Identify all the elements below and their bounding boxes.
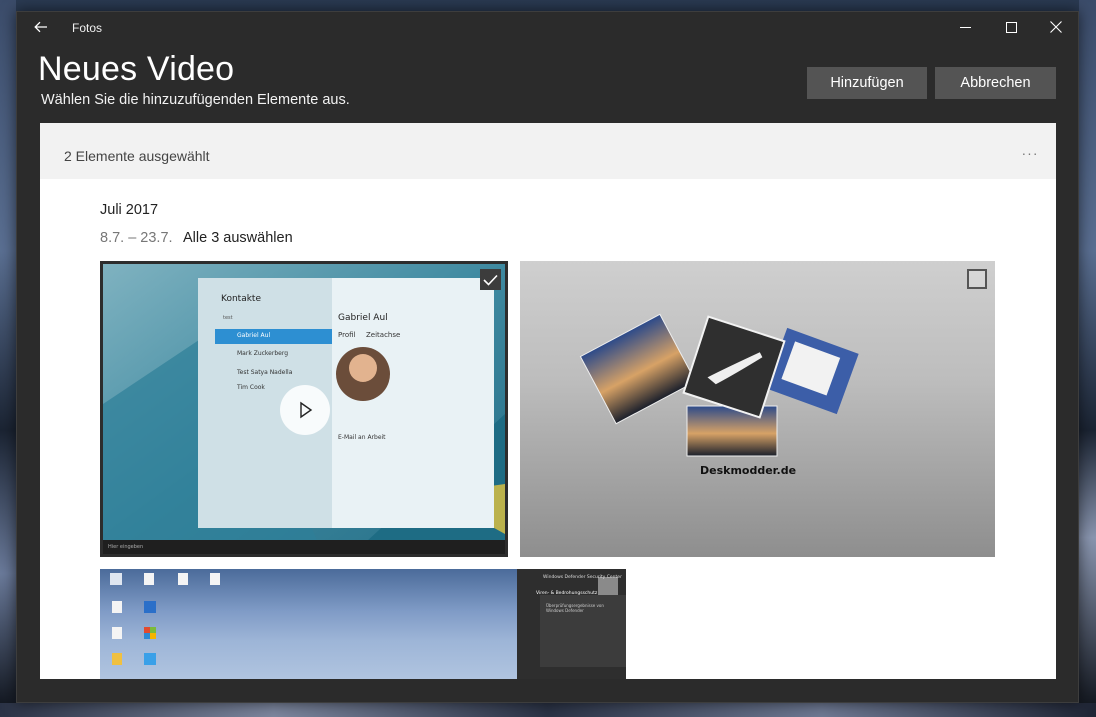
preview-notice-title: Windows Defender Security Center xyxy=(543,575,622,580)
preview-notice-heading: Viren- & Bedrohungsschutz xyxy=(536,591,598,596)
maximize-button[interactable] xyxy=(988,12,1034,42)
desktop-background-right xyxy=(1079,0,1096,717)
close-icon xyxy=(1050,21,1062,33)
add-button[interactable]: Hinzufügen xyxy=(807,67,927,99)
cancel-button[interactable]: Abbrechen xyxy=(935,67,1056,99)
photo-caption: Deskmodder.de xyxy=(700,464,797,477)
preview-contact-3: Test Satya Nadella xyxy=(237,369,293,376)
page-subtitle: Wählen Sie die hinzuzufügenden Elemente … xyxy=(41,92,350,108)
close-button[interactable] xyxy=(1033,12,1079,42)
selected-checkbox[interactable] xyxy=(480,269,501,290)
app-title: Fotos xyxy=(72,21,103,35)
selection-count: 2 Elemente ausgewählt xyxy=(64,148,210,164)
photo-thumbnail[interactable]: Windows Defender Security Center Viren- … xyxy=(100,569,626,679)
play-button[interactable] xyxy=(280,385,330,435)
back-arrow-icon xyxy=(34,21,47,33)
more-icon[interactable]: ··· xyxy=(1018,145,1042,165)
play-icon xyxy=(300,401,313,419)
photo-thumbnail[interactable]: Deskmodder.de xyxy=(520,261,995,557)
maximize-icon xyxy=(1005,21,1017,33)
media-picker-panel: 2 Elemente ausgewählt ··· Juli 2017 8.7.… xyxy=(40,123,1056,679)
preview-search: test xyxy=(223,315,233,321)
preview-app-name: Kontakte xyxy=(221,294,261,304)
preview-contact-1: Gabriel Aul xyxy=(237,332,271,339)
select-all-link[interactable]: Alle 3 auswählen xyxy=(183,230,293,246)
video-thumbnail[interactable]: Kontakte test Gabriel Aul Mark Zuckerber… xyxy=(100,261,508,557)
minimize-icon xyxy=(959,26,971,28)
title-bar: Fotos xyxy=(17,12,1078,43)
preview-contact-4: Tim Cook xyxy=(237,384,265,391)
photos-app-window: Fotos Neues Video Wählen Sie die hinzuzu… xyxy=(16,11,1079,703)
group-date-range: 8.7. – 23.7. xyxy=(100,230,173,246)
checkmark-icon xyxy=(483,274,498,286)
deskmodder-logo-image xyxy=(579,313,859,457)
minimize-button[interactable] xyxy=(942,12,988,42)
desktop-background-bottom xyxy=(0,703,1096,717)
preview-contact-2: Mark Zuckerberg xyxy=(237,350,289,357)
preview-tab-profile: Profil xyxy=(338,331,356,339)
desktop-background-left xyxy=(0,0,16,717)
preview-taskbar-search: Hier eingeben xyxy=(108,544,144,550)
back-button[interactable] xyxy=(27,16,55,38)
select-checkbox[interactable] xyxy=(967,269,987,289)
desktop-screenshot-image xyxy=(110,569,626,679)
group-month-heading: Juli 2017 xyxy=(100,202,159,218)
preview-contact-name: Gabriel Aul xyxy=(338,313,388,323)
preview-email-label: E-Mail an Arbeit xyxy=(338,434,386,441)
selection-bar: 2 Elemente ausgewählt ··· xyxy=(40,123,1056,179)
preview-tab-timeline: Zeitachse xyxy=(366,331,401,339)
preview-notice-body: Überprüfungsergebnisse von Windows Defen… xyxy=(546,603,604,613)
page-title: Neues Video xyxy=(38,50,235,88)
